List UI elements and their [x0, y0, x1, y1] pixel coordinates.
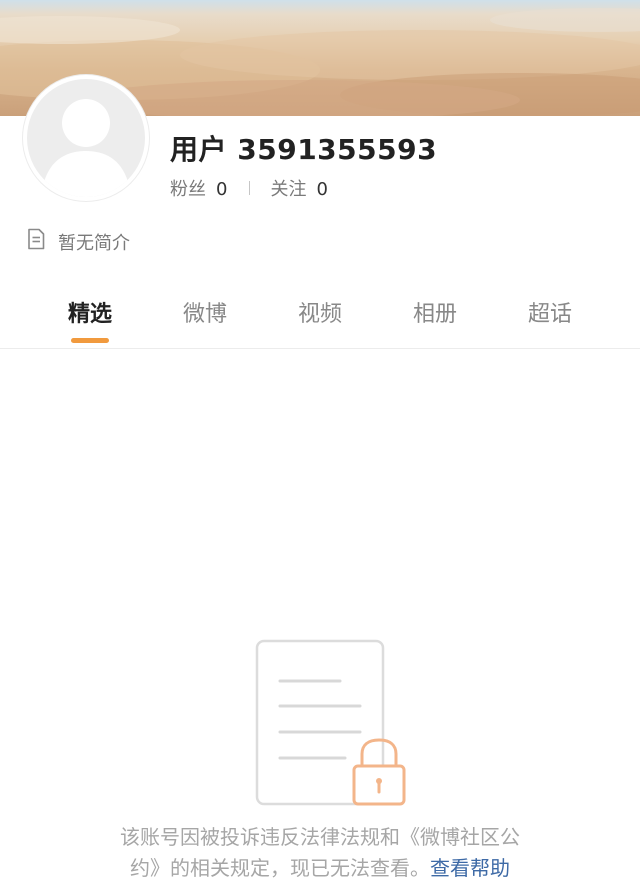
tab-videos[interactable]: 视频 — [270, 296, 370, 328]
tab-weibo[interactable]: 微博 — [155, 296, 255, 328]
following-count: 0 — [316, 179, 328, 200]
bio: 暂无简介 — [26, 228, 130, 255]
notice-line-2-text: 约》的相关规定，现已无法查看。 — [130, 856, 430, 880]
profile-stats: 粉丝 0 关注 0 — [170, 175, 328, 201]
notice-line-2: 约》的相关规定，现已无法查看。查看帮助 — [0, 853, 640, 884]
active-tab-indicator — [71, 338, 109, 343]
following-label: 关注 — [270, 179, 307, 200]
tab-featured[interactable]: 精选 — [40, 296, 140, 328]
tab-super-topics[interactable]: 超话 — [500, 296, 600, 328]
tab-albums[interactable]: 相册 — [385, 296, 485, 328]
avatar[interactable] — [23, 75, 149, 201]
locked-document-icon — [250, 634, 410, 813]
document-icon — [26, 228, 46, 255]
account-blocked-notice: 该账号因被投诉违反法律法规和《微博社区公 约》的相关规定，现已无法查看。查看帮助 — [0, 822, 640, 884]
username: 用户 3591355593 — [170, 133, 438, 166]
stats-divider — [249, 181, 251, 195]
bio-text: 暂无简介 — [58, 232, 130, 254]
notice-line-1: 该账号因被投诉违反法律法规和《微博社区公 — [120, 825, 520, 849]
default-avatar-icon — [27, 79, 145, 197]
followers-count: 0 — [216, 179, 228, 200]
followers-stat[interactable]: 粉丝 0 — [170, 175, 227, 201]
following-stat[interactable]: 关注 0 — [270, 175, 327, 201]
help-link[interactable]: 查看帮助 — [430, 856, 510, 880]
followers-label: 粉丝 — [170, 179, 206, 200]
